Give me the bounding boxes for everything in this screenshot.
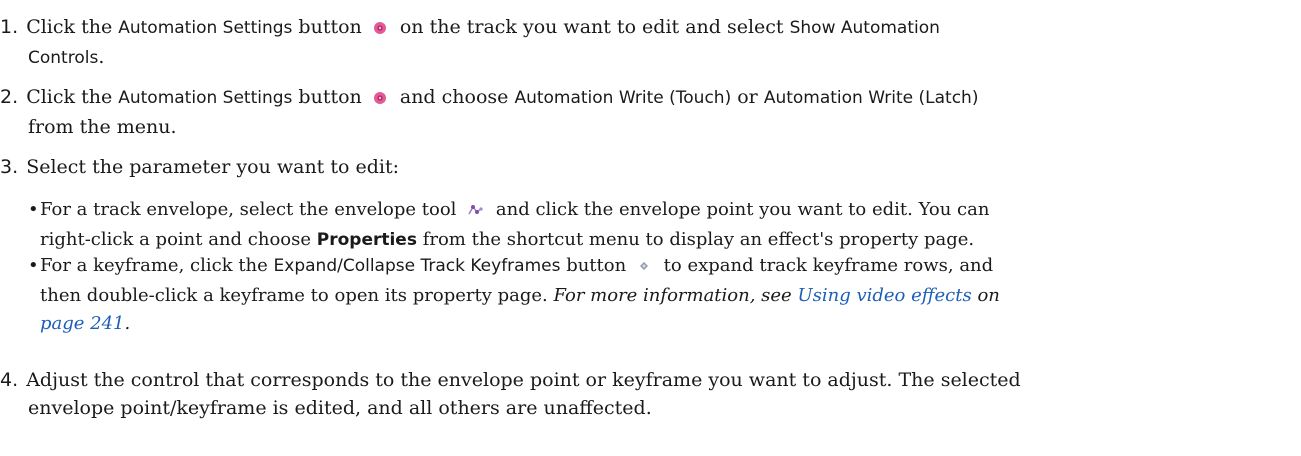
link-using-video-effects[interactable]: Using video effects [797,285,971,306]
bullet-text: For a keyframe, click the [40,255,274,276]
cross-reference-text: on [971,285,1000,306]
gear-icon [373,85,387,113]
step-3: 3. Select the parameter you want to edit… [0,153,1275,181]
bullet-dot: • [28,255,39,276]
step-number: 3. [0,156,19,178]
ui-label-show-automation: Show Automation [789,18,940,38]
bullet-text: button [560,255,632,276]
step-number: 2. [0,86,19,108]
bullet-text: For a track envelope, select the envelop… [40,199,463,220]
step-text: on the track you want to edit and select [393,16,790,38]
bullet-keyframe: •For a keyframe, click the Expand/Collap… [28,252,1278,338]
envelope-tool-icon [467,198,483,226]
step-text: button [292,16,368,38]
bullet-track-envelope: •For a track envelope, select the envelo… [28,196,1278,254]
gear-icon [373,15,387,43]
ui-label-automation-write-touch: Automation Write (Touch) [514,88,732,108]
step-text: envelope point/keyframe is edited, and a… [28,397,652,419]
ui-label-automation-settings: Automation Settings [118,18,293,38]
bullet-text: right-click a point and choose [40,229,317,250]
link-page-241[interactable]: page 241 [40,313,125,334]
ui-label-controls: Controls [28,48,99,68]
step-2: 2. Click the Automation Settings button … [0,83,1275,141]
ui-label-automation-settings: Automation Settings [118,88,293,108]
bullet-dot: • [28,199,39,220]
ui-label-properties: Properties [316,230,417,250]
step-text: Click the [26,16,119,38]
bullet-text: and click the envelope point you want to… [490,199,990,220]
expand-keyframes-icon [637,254,651,282]
step-text: or [731,86,764,108]
step-text: and choose [393,86,515,108]
cross-reference-text: . [124,313,131,334]
step-text: from the menu. [28,116,177,138]
step-text: button [292,86,368,108]
step-number: 1. [0,16,19,38]
bullet-text: then double-click a keyframe to open its… [40,285,554,306]
bullet-text: to expand track keyframe rows, and [657,255,994,276]
step-text: Select the parameter you want to edit: [26,156,399,178]
cross-reference-text: For more information, see [553,285,798,306]
ui-label-expand-collapse: Expand/Collapse Track Keyframes [273,256,561,276]
step-1: 1. Click the Automation Settings button … [0,13,1275,72]
step-text: Click the [26,86,119,108]
step-number: 4. [0,369,19,391]
ui-label-automation-write-latch: Automation Write (Latch) [763,88,979,108]
step-4: 4. Adjust the control that corresponds t… [0,366,1275,422]
step-text: . [98,46,105,68]
step-text: Adjust the control that corresponds to t… [26,369,1021,391]
bullet-text: from the shortcut menu to display an eff… [416,229,975,250]
